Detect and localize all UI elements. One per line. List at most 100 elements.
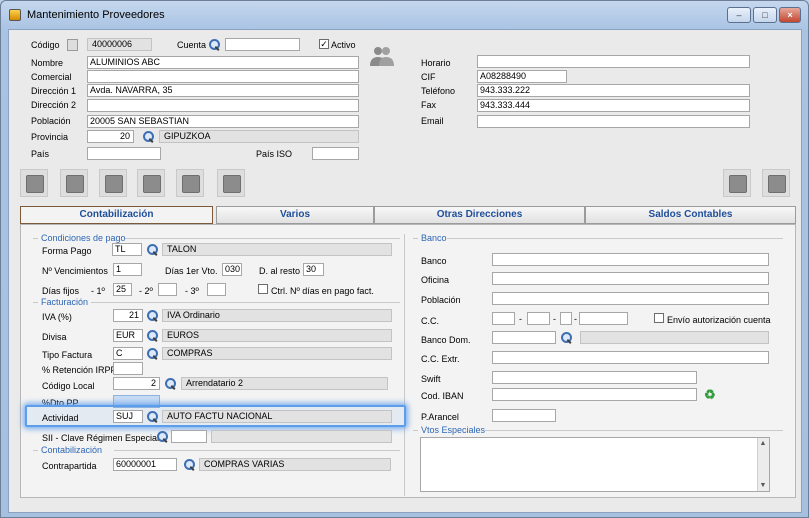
forma-pago-search-icon[interactable] <box>146 243 159 256</box>
ctrl-dias-checkbox[interactable] <box>258 284 268 294</box>
provincia-code-field[interactable]: 20 <box>87 130 134 143</box>
cc-extr-label: C.C. Extr. <box>421 354 460 364</box>
minimize-button[interactable]: – <box>727 7 751 23</box>
sii-code-field[interactable] <box>171 430 207 443</box>
maximize-button[interactable]: □ <box>753 7 777 23</box>
exit-button[interactable] <box>762 169 790 197</box>
section-line <box>413 430 418 431</box>
envio-autorizacion-checkbox[interactable] <box>654 313 664 323</box>
comercial-field[interactable] <box>87 70 359 83</box>
alresto-field[interactable]: 30 <box>303 263 324 276</box>
tab-saldos-contables[interactable]: Saldos Contables <box>585 206 796 224</box>
banco-dom-field[interactable] <box>492 331 556 344</box>
banco-field[interactable] <box>492 253 769 266</box>
banco-section-title: Banco <box>421 233 447 243</box>
vtos-especiales-list[interactable] <box>420 437 770 492</box>
close-button[interactable]: × <box>779 7 801 23</box>
direccion1-field[interactable]: Avda. NAVARRA, 35 <box>87 84 359 97</box>
banco-dom-label: Banco Dom. <box>421 335 471 345</box>
next-record-button[interactable] <box>99 169 127 197</box>
codigo-local-field[interactable]: 2 <box>113 377 160 390</box>
dia1-label: - 1º <box>91 286 105 296</box>
iban-field[interactable] <box>492 388 697 401</box>
dia3-field[interactable] <box>207 283 226 296</box>
vencimientos-field[interactable]: 1 <box>113 263 142 276</box>
fax-field[interactable]: 943.333.444 <box>477 99 750 112</box>
codigo-field[interactable]: 40000006 <box>87 38 152 51</box>
banco-dom-search-icon[interactable] <box>560 331 573 344</box>
scroll-up-arrow-icon[interactable]: ▲ <box>757 438 769 449</box>
recycle-icon[interactable]: ♻ <box>704 388 717 401</box>
telefono-field[interactable]: 943.333.222 <box>477 84 750 97</box>
horario-field[interactable] <box>477 55 750 68</box>
cc-dc-field[interactable] <box>560 312 572 325</box>
fax-label: Fax <box>421 100 437 110</box>
provincia-search-icon[interactable] <box>142 130 155 143</box>
cuenta-search-icon[interactable] <box>208 38 221 51</box>
cuenta-label: Cuenta <box>177 40 207 50</box>
dia2-field[interactable] <box>158 283 177 296</box>
dias1er-field[interactable]: 030 <box>222 263 242 276</box>
divisa-code-field[interactable]: EUR <box>113 329 143 342</box>
cif-field[interactable]: A08288490 <box>477 70 567 83</box>
cc-separator: - <box>574 314 577 324</box>
email-field[interactable] <box>477 115 750 128</box>
cc-entidad-field[interactable] <box>492 312 515 325</box>
diasfijos-label: Días fijos <box>42 286 80 296</box>
cc-oficina-field[interactable] <box>527 312 550 325</box>
tipo-factura-search-icon[interactable] <box>146 347 159 360</box>
contrapartida-name-field: COMPRAS VARIAS <box>199 458 391 471</box>
iva-code-field[interactable]: 21 <box>113 309 143 322</box>
cc-extr-field[interactable] <box>492 351 769 364</box>
tab-varios[interactable]: Varios <box>216 206 374 224</box>
actividad-code-field[interactable]: SUJ <box>113 410 143 423</box>
forma-pago-label: Forma Pago <box>42 246 92 256</box>
paisiso-field[interactable] <box>312 147 359 160</box>
pais-field[interactable] <box>87 147 161 160</box>
sii-label: SII - Clave Régimen Especial <box>42 433 160 443</box>
forma-pago-name-field: TALON <box>162 243 392 256</box>
sii-search-icon[interactable] <box>156 430 169 443</box>
iva-search-icon[interactable] <box>146 309 159 322</box>
dia1-field[interactable]: 25 <box>113 283 132 296</box>
last-record-button[interactable] <box>137 169 165 197</box>
codigo-local-search-icon[interactable] <box>164 377 177 390</box>
codigo-local-label: Código Local <box>42 381 95 391</box>
tipo-factura-code-field[interactable]: C <box>113 347 143 360</box>
cc-label: C.C. <box>421 316 439 326</box>
tab-otras-direcciones[interactable]: Otras Direcciones <box>374 206 585 224</box>
codigo-lookup-button[interactable] <box>67 39 78 51</box>
email-label: Email <box>421 116 444 126</box>
codigo-label: Código <box>31 40 60 50</box>
tab-contabilizacion[interactable]: Contabilización <box>20 206 213 224</box>
oficina-field[interactable] <box>492 272 769 285</box>
first-record-button[interactable] <box>20 169 48 197</box>
contrapartida-code-field[interactable]: 60000001 <box>113 458 177 471</box>
cuenta-field[interactable] <box>225 38 300 51</box>
poblacion-label: Población <box>31 116 71 126</box>
contabilizacion-section-title: Contabilización <box>41 445 103 455</box>
p-arancel-field[interactable] <box>492 409 556 422</box>
scroll-down-arrow-icon[interactable]: ▼ <box>757 480 769 491</box>
cif-label: CIF <box>421 72 436 82</box>
direccion2-field[interactable] <box>87 99 359 112</box>
nombre-field[interactable]: ALUMINIOS ABC <box>87 56 359 69</box>
actividad-search-icon[interactable] <box>146 410 159 423</box>
contrapartida-search-icon[interactable] <box>183 458 196 471</box>
banco-poblacion-field[interactable] <box>492 292 769 305</box>
previous-record-button[interactable] <box>60 169 88 197</box>
print-button[interactable] <box>723 169 751 197</box>
delete-record-button[interactable] <box>217 169 245 197</box>
contacts-icon[interactable] <box>369 45 395 67</box>
poblacion-field[interactable]: 20005 SAN SEBASTIAN <box>87 115 359 128</box>
divisa-search-icon[interactable] <box>146 329 159 342</box>
activo-checkbox[interactable]: ✓ <box>319 39 329 49</box>
forma-pago-code-field[interactable]: TL <box>112 243 142 256</box>
title-bar[interactable]: Mantenimiento Proveedores – □ × <box>1 1 808 29</box>
cc-cuenta-field[interactable] <box>579 312 628 325</box>
condiciones-section-title: Condiciones de pago <box>41 233 126 243</box>
edit-record-button[interactable] <box>176 169 204 197</box>
swift-field[interactable] <box>492 371 697 384</box>
provincia-label: Provincia <box>31 132 69 142</box>
irpf-field[interactable] <box>113 362 143 375</box>
